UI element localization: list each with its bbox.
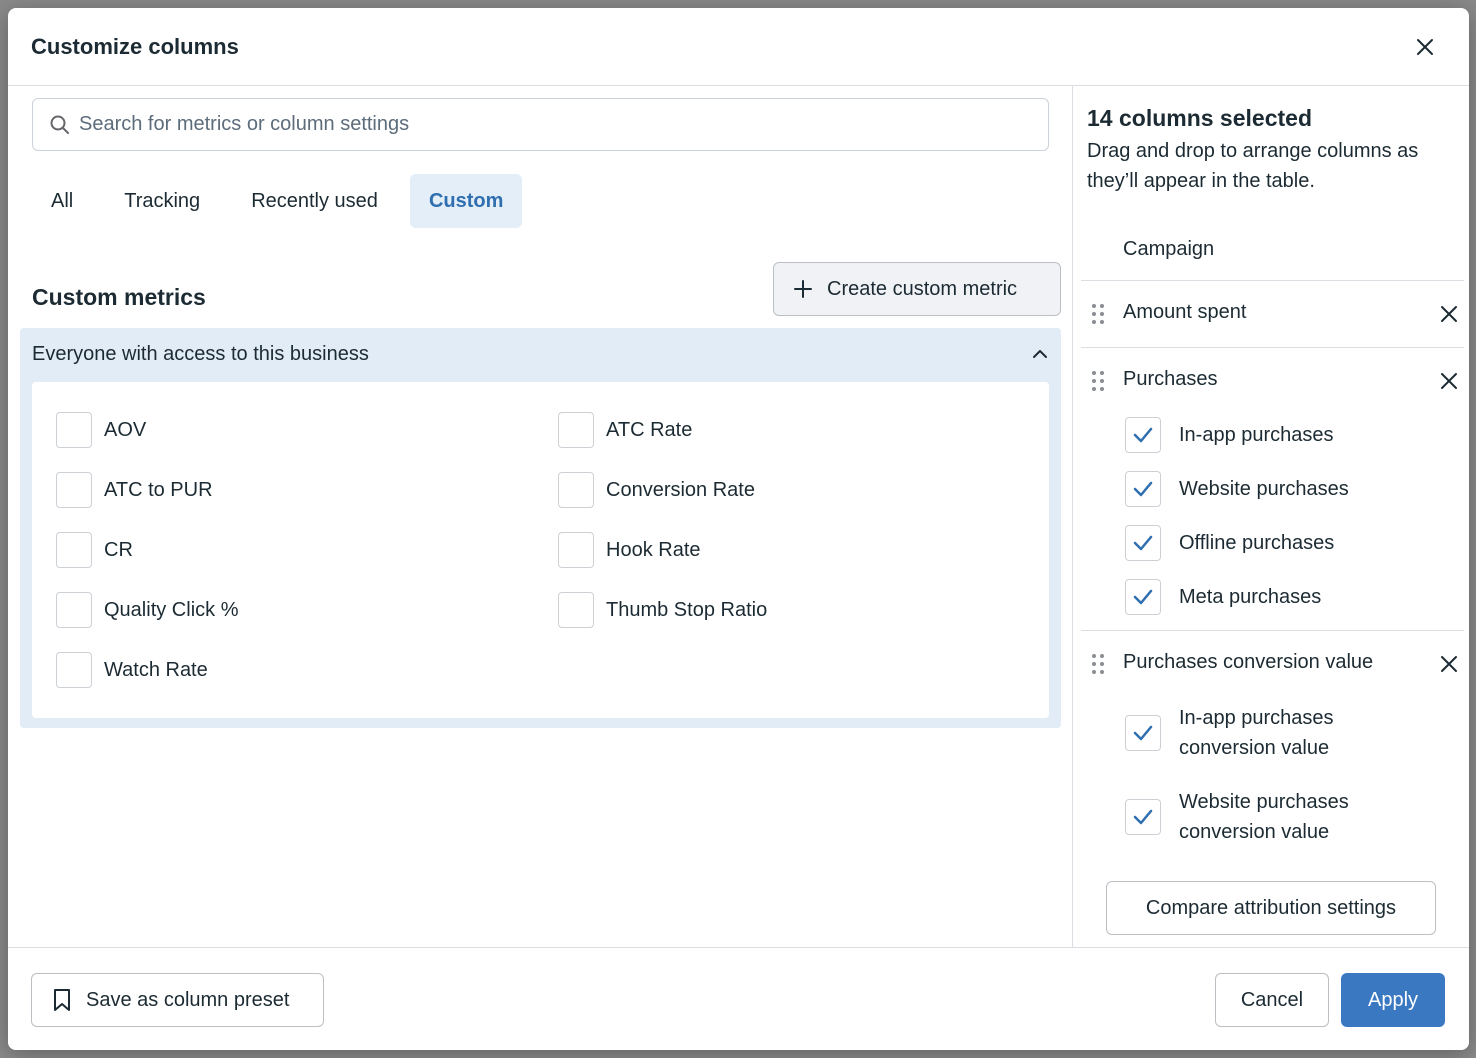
metric-cr[interactable]: CR [56, 532, 133, 568]
sub-metric-website-purchases-conversion-value[interactable]: Website purchases conversion value [1125, 787, 1379, 847]
tab-custom[interactable]: Custom [409, 174, 523, 228]
checkbox[interactable] [56, 592, 92, 628]
metric-group: Everyone with access to this business AO… [20, 328, 1061, 728]
close-button[interactable] [1411, 33, 1439, 61]
metric-label: Thumb Stop Ratio [606, 598, 768, 621]
column-row-purchases-conversion-value[interactable]: Purchases conversion value In-app purcha… [1081, 630, 1464, 870]
column-label: Amount spent [1123, 301, 1247, 323]
checkmark-icon [1133, 725, 1153, 741]
sub-metric-label: In-app purchases [1179, 424, 1334, 446]
sub-metric-label: Website purchases conversion value [1179, 791, 1349, 843]
sub-metric-offline-purchases[interactable]: Offline purchases [1125, 525, 1334, 561]
checkbox[interactable] [56, 652, 92, 688]
metric-thumb-stop-ratio[interactable]: Thumb Stop Ratio [558, 592, 767, 628]
cancel-button[interactable]: Cancel [1215, 973, 1329, 1027]
tab-all[interactable]: All [32, 174, 92, 228]
metric-label: ATC Rate [606, 418, 693, 441]
dialog-header: Customize columns [8, 8, 1469, 86]
checkmark-icon [1133, 589, 1153, 605]
checkbox-checked[interactable] [1125, 471, 1161, 507]
search-input[interactable] [79, 99, 1029, 150]
checkbox-checked[interactable] [1125, 799, 1161, 835]
chevron-up-icon [1033, 350, 1047, 358]
sub-metric-in-app-purchases-conversion-value[interactable]: In-app purchases conversion value [1125, 703, 1379, 763]
metrics-pane: All Tracking Recently used Custom Custom… [8, 86, 1072, 947]
sub-metric-label: In-app purchases conversion value [1179, 707, 1334, 759]
column-row-amount-spent[interactable]: Amount spent [1081, 280, 1464, 347]
metric-aov[interactable]: AOV [56, 412, 146, 448]
checkbox[interactable] [56, 412, 92, 448]
search-icon [50, 115, 69, 134]
search-box [32, 98, 1049, 151]
metric-label: Watch Rate [104, 658, 208, 681]
checkmark-icon [1133, 809, 1153, 825]
sub-metric-label: Offline purchases [1179, 532, 1335, 554]
custom-metrics-heading: Custom metrics [32, 284, 206, 310]
metric-label: AOV [104, 418, 147, 441]
sub-metric-label: Website purchases [1179, 478, 1349, 500]
metric-label: Conversion Rate [606, 478, 755, 501]
metric-group-label: Everyone with access to this business [32, 342, 369, 365]
create-custom-metric-label: Create custom metric [827, 277, 1018, 300]
selected-columns-pane: 14 columns selected Drag and drop to arr… [1072, 86, 1469, 947]
remove-column-icon[interactable] [1440, 305, 1458, 323]
checkbox[interactable] [56, 472, 92, 508]
tab-bar: All Tracking Recently used Custom [32, 174, 535, 228]
bookmark-icon [54, 989, 70, 1011]
column-row-purchases[interactable]: Purchases In-app purchases Website purch… [1081, 347, 1464, 630]
save-column-preset-label: Save as column preset [86, 988, 290, 1011]
checkmark-icon [1133, 535, 1153, 551]
checkbox-checked[interactable] [1125, 417, 1161, 453]
metric-atc-rate[interactable]: ATC Rate [558, 412, 692, 448]
column-label: Purchases [1123, 368, 1218, 390]
drag-handle-icon[interactable] [1091, 303, 1105, 325]
metric-label: CR [104, 538, 133, 561]
checkmark-icon [1133, 481, 1153, 497]
drag-handle-icon[interactable] [1091, 653, 1105, 675]
checkbox[interactable] [56, 532, 92, 568]
metric-label: Hook Rate [606, 538, 701, 561]
close-icon [1417, 39, 1433, 55]
metric-group-header[interactable]: Everyone with access to this business [32, 328, 1049, 380]
selected-description: Drag and drop to arrange columns as they… [1087, 140, 1419, 192]
selected-count: 14 columns selected [1087, 105, 1312, 131]
metric-watch-rate[interactable]: Watch Rate [56, 652, 208, 688]
checkbox[interactable] [558, 472, 594, 508]
sub-metric-label: Meta purchases [1179, 586, 1322, 608]
column-label: Purchases conversion value [1123, 651, 1374, 673]
save-column-preset-button[interactable]: Save as column preset [31, 973, 324, 1027]
customize-columns-dialog: Customize columns All Tracking Recently … [8, 8, 1469, 1050]
checkbox[interactable] [558, 412, 594, 448]
create-custom-metric-button[interactable]: Create custom metric [773, 262, 1061, 316]
metric-label: ATC to PUR [104, 478, 213, 501]
apply-button[interactable]: Apply [1341, 973, 1445, 1027]
remove-column-icon[interactable] [1440, 655, 1458, 673]
plus-icon [794, 280, 812, 298]
metric-conversion-rate[interactable]: Conversion Rate [558, 472, 755, 508]
checkbox[interactable] [558, 532, 594, 568]
remove-column-icon[interactable] [1440, 372, 1458, 390]
tab-tracking[interactable]: Tracking [105, 174, 219, 228]
dialog-footer: Save as column preset Cancel Apply [8, 947, 1469, 1050]
metric-list: AOV ATC Rate ATC to PUR Conversion Rate … [32, 382, 1049, 718]
checkmark-icon [1133, 427, 1153, 443]
checkbox[interactable] [558, 592, 594, 628]
checkbox-checked[interactable] [1125, 525, 1161, 561]
sub-metric-in-app-purchases[interactable]: In-app purchases [1125, 417, 1334, 453]
metric-quality-click[interactable]: Quality Click % [56, 592, 238, 628]
metric-hook-rate[interactable]: Hook Rate [558, 532, 701, 568]
sub-metric-meta-purchases[interactable]: Meta purchases [1125, 579, 1321, 615]
metric-atc-to-pur[interactable]: ATC to PUR [56, 472, 213, 508]
dialog-title: Customize columns [31, 34, 239, 59]
sub-metric-website-purchases[interactable]: Website purchases [1125, 471, 1349, 507]
checkbox-checked[interactable] [1125, 715, 1161, 751]
column-label: Campaign [1123, 238, 1215, 260]
compare-attribution-settings-button[interactable]: Compare attribution settings [1106, 881, 1436, 935]
metric-label: Quality Click % [104, 598, 239, 621]
checkbox-checked[interactable] [1125, 579, 1161, 615]
drag-handle-icon[interactable] [1091, 370, 1105, 392]
tab-recently-used[interactable]: Recently used [232, 174, 397, 228]
fixed-column-campaign: Campaign [1081, 226, 1464, 280]
